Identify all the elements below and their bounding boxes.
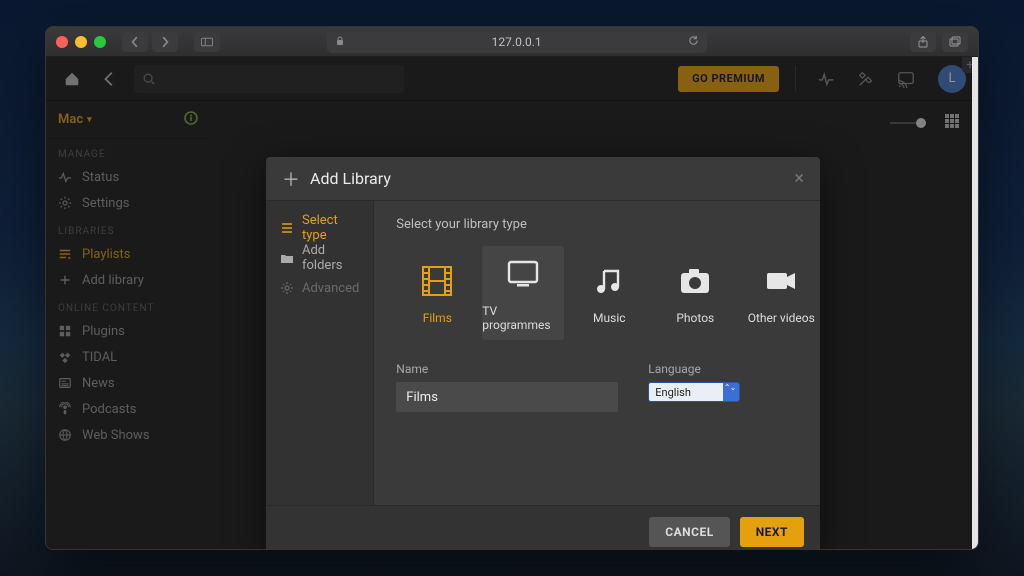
refresh-icon[interactable] bbox=[688, 35, 699, 49]
sidebar-item-tidal[interactable]: TIDAL bbox=[46, 344, 210, 370]
go-premium-button[interactable]: GO PREMIUM bbox=[678, 66, 779, 92]
modal-hint: Select your library type bbox=[396, 217, 822, 232]
browser-titlebar: 127.0.0.1 bbox=[46, 27, 978, 57]
modal-title: Add Library bbox=[310, 169, 391, 188]
sidebar-item-plugins[interactable]: Plugins bbox=[46, 318, 210, 344]
browser-window: 127.0.0.1 + GO bbox=[45, 26, 979, 550]
browser-share-button[interactable] bbox=[910, 32, 936, 52]
globe-icon bbox=[58, 428, 72, 442]
search-input[interactable] bbox=[134, 65, 404, 93]
browser-url-text: 127.0.0.1 bbox=[492, 35, 542, 49]
browser-forward-button[interactable] bbox=[152, 32, 178, 52]
gear-icon bbox=[58, 196, 72, 210]
lock-icon bbox=[335, 35, 345, 49]
window-controls bbox=[56, 36, 106, 48]
news-icon bbox=[58, 376, 72, 390]
camera-icon bbox=[677, 261, 713, 301]
type-films[interactable]: Films bbox=[396, 246, 478, 340]
modal-close-button[interactable]: × bbox=[794, 168, 804, 189]
sidebar-item-status[interactable]: Status bbox=[46, 164, 210, 190]
gear-icon bbox=[280, 281, 294, 295]
server-selector[interactable]: Mac ▾ bbox=[58, 112, 92, 127]
server-status-icon bbox=[184, 111, 198, 129]
sidebar-section-libraries: LIBRARIES bbox=[46, 216, 210, 241]
playlist-icon bbox=[58, 247, 72, 261]
activity-icon[interactable] bbox=[812, 65, 840, 93]
library-name-input[interactable] bbox=[396, 382, 618, 412]
step-advanced: Advanced bbox=[266, 273, 373, 303]
thumbnail-size-slider[interactable] bbox=[890, 122, 926, 124]
sidebar-item-news[interactable]: News bbox=[46, 370, 210, 396]
modal-steps: Select type Add folders Advanced bbox=[266, 201, 374, 505]
step-select-type[interactable]: Select type bbox=[266, 213, 373, 243]
sidebar: Mac ▾ MANAGE Status Settings LIBRARIE bbox=[46, 101, 210, 549]
add-library-modal: ＋ Add Library × Select type Add folders bbox=[266, 157, 820, 550]
music-icon bbox=[591, 261, 627, 301]
activity-icon bbox=[58, 170, 72, 184]
folder-icon bbox=[280, 251, 294, 265]
plugins-icon bbox=[58, 324, 72, 338]
list-icon bbox=[280, 221, 294, 235]
window-zoom-button[interactable] bbox=[94, 36, 106, 48]
sidebar-item-settings[interactable]: Settings bbox=[46, 190, 210, 216]
sidebar-item-podcasts[interactable]: Podcasts bbox=[46, 396, 210, 422]
browser-tabs-button[interactable] bbox=[942, 32, 968, 52]
sidebar-item-playlists[interactable]: Playlists bbox=[46, 241, 210, 267]
search-icon bbox=[142, 72, 156, 86]
sidebar-item-add-library[interactable]: Add library bbox=[46, 267, 210, 293]
plus-icon bbox=[58, 273, 72, 287]
settings-tools-icon[interactable] bbox=[852, 65, 880, 93]
type-other-videos[interactable]: Other videos bbox=[740, 246, 822, 340]
sidebar-section-online: ONLINE CONTENT bbox=[46, 293, 210, 318]
tidal-icon bbox=[58, 350, 72, 364]
home-button[interactable] bbox=[58, 65, 86, 93]
window-close-button[interactable] bbox=[56, 36, 68, 48]
cast-icon[interactable] bbox=[892, 65, 920, 93]
app-back-button[interactable] bbox=[96, 65, 124, 93]
browser-url-bar[interactable]: 127.0.0.1 bbox=[327, 31, 707, 53]
tv-icon bbox=[505, 254, 541, 294]
app-topbar: GO PREMIUM L bbox=[46, 57, 978, 101]
window-minimize-button[interactable] bbox=[75, 36, 87, 48]
browser-sidebar-toggle[interactable] bbox=[194, 32, 220, 52]
cancel-button[interactable]: CANCEL bbox=[649, 517, 729, 547]
caret-down-icon: ▾ bbox=[87, 115, 92, 125]
language-label: Language bbox=[648, 362, 740, 376]
sidebar-section-manage: MANAGE bbox=[46, 139, 210, 164]
type-tv[interactable]: TV programmes bbox=[482, 246, 564, 340]
sidebar-item-webshows[interactable]: Web Shows bbox=[46, 422, 210, 448]
browser-back-button[interactable] bbox=[122, 32, 148, 52]
film-icon bbox=[419, 261, 455, 301]
app-area: GO PREMIUM L Mac ▾ M bbox=[46, 57, 978, 549]
library-type-list: Films TV programmes Music Photos bbox=[396, 246, 822, 340]
grid-view-icon[interactable] bbox=[944, 113, 960, 133]
plus-icon: ＋ bbox=[282, 166, 300, 192]
language-select[interactable]: English bbox=[648, 382, 740, 402]
next-button[interactable]: NEXT bbox=[740, 517, 804, 547]
step-add-folders[interactable]: Add folders bbox=[266, 243, 373, 273]
type-music[interactable]: Music bbox=[568, 246, 650, 340]
podcasts-icon bbox=[58, 402, 72, 416]
page-scrollbar[interactable] bbox=[972, 57, 978, 549]
name-label: Name bbox=[396, 362, 618, 376]
video-icon bbox=[763, 261, 799, 301]
type-photos[interactable]: Photos bbox=[654, 246, 736, 340]
